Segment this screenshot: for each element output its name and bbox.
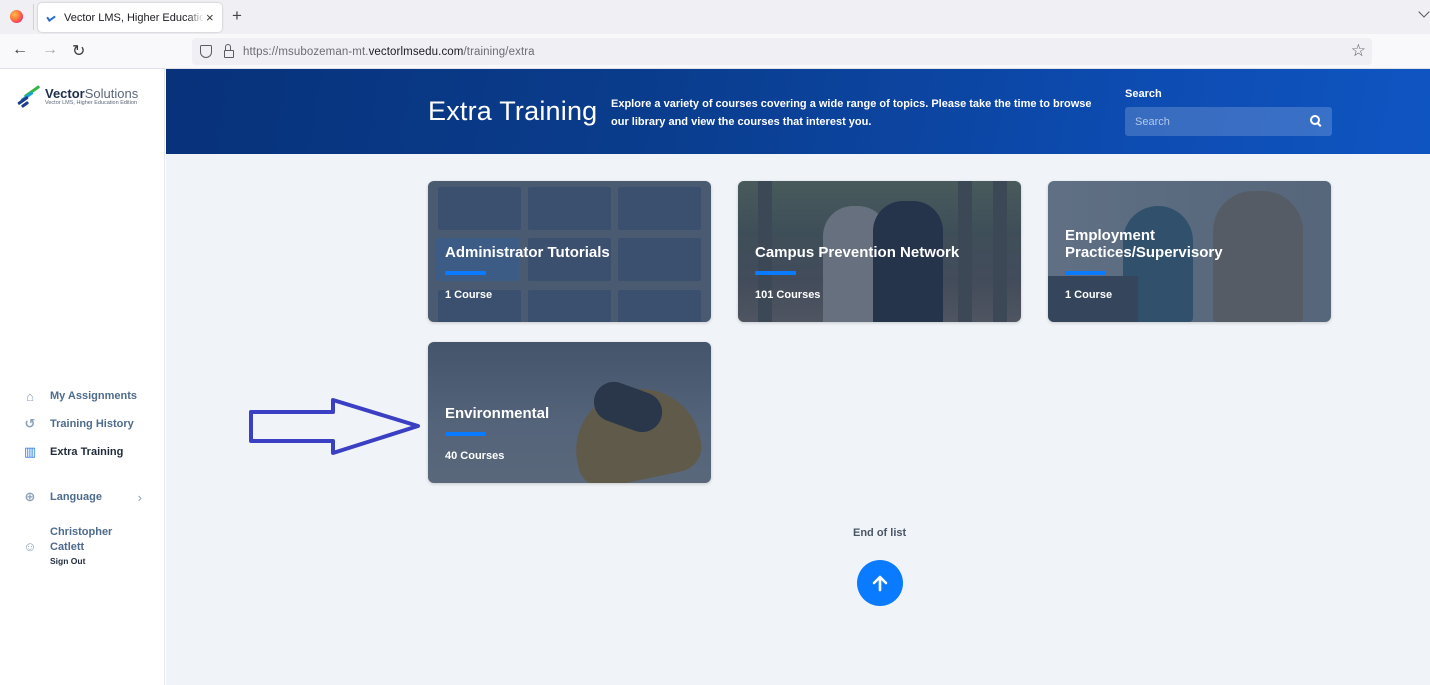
close-tab-icon[interactable]: × [206, 10, 214, 25]
lock-icon[interactable] [224, 43, 234, 58]
vector-favicon-icon [46, 13, 58, 23]
logo-brand-light: Solutions [84, 86, 139, 102]
user-name: Christopher Catlett [50, 526, 113, 553]
list-tabs-chevron-icon[interactable] [1418, 6, 1430, 18]
browser-tab-bar: Vector LMS, Higher Education Edition × + [0, 0, 1430, 34]
sidebar-nav: ⌂ My Assignments ↺ Training History ▥ Ex… [22, 382, 162, 567]
tab-separator [33, 4, 34, 30]
sidebar: VectorSolutions Vector LMS, Higher Educa… [0, 69, 165, 685]
reload-button[interactable]: ↻ [72, 41, 85, 61]
sidebar-item-language[interactable]: ⊕ Language › [22, 483, 162, 511]
card-title: Administrator Tutorials [445, 244, 610, 261]
annotation-arrow-icon [249, 398, 420, 455]
card-course-count: 40 Courses [445, 450, 505, 462]
card-title: Environmental [445, 405, 550, 422]
browser-tab[interactable]: Vector LMS, Higher Education Edition × [38, 3, 222, 32]
url-text[interactable]: https://msubozeman-mt.vectorlmsedu.com/t… [243, 46, 535, 58]
search-label: Search [1125, 88, 1162, 100]
globe-icon: ⊕ [24, 489, 36, 504]
history-icon: ↺ [24, 416, 36, 431]
scroll-to-top-button[interactable] [857, 560, 903, 606]
search-icon[interactable] [1310, 115, 1322, 127]
category-card-administrator-tutorials[interactable]: Administrator Tutorials 1 Course [428, 181, 711, 322]
url-domain: vectorlmsedu.com [368, 45, 464, 58]
card-title: Employment Practices/Supervisory [1065, 227, 1223, 261]
user-icon: ☺ [23, 538, 37, 554]
address-bar[interactable]: https://msubozeman-mt.vectorlmsedu.com/t… [192, 38, 1372, 65]
url-path: /training/extra [463, 45, 535, 58]
library-icon: ▥ [23, 444, 37, 459]
card-accent-bar [445, 271, 486, 275]
back-button[interactable]: ← [12, 41, 28, 59]
home-icon: ⌂ [26, 388, 34, 404]
arrow-up-icon [872, 575, 888, 592]
forward-button[interactable]: → [42, 41, 58, 59]
sidebar-item-label: Extra Training [50, 446, 124, 458]
sidebar-user: ☺ Christopher Catlett Sign Out [22, 525, 162, 567]
logo-mark-icon [15, 85, 43, 109]
logo-brand-bold: Vector [45, 86, 85, 102]
card-accent-bar [755, 271, 796, 275]
url-prefix: https://msubozeman-mt. [243, 45, 369, 58]
card-course-count: 1 Course [1065, 289, 1113, 301]
category-card-environmental[interactable]: Environmental 40 Courses [428, 342, 711, 483]
sidebar-item-training-history[interactable]: ↺ Training History [22, 410, 162, 438]
vector-solutions-logo[interactable]: VectorSolutions Vector LMS, Higher Educa… [15, 85, 138, 109]
card-title: Campus Prevention Network [755, 244, 960, 261]
tab-title: Vector LMS, Higher Education Edition [64, 11, 204, 24]
tracking-shield-icon[interactable] [200, 45, 212, 58]
firefox-icon [10, 10, 23, 23]
sidebar-item-extra-training[interactable]: ▥ Extra Training [22, 438, 162, 466]
bookmark-star-icon[interactable]: ☆ [1351, 41, 1366, 61]
category-card-campus-prevention-network[interactable]: Campus Prevention Network 101 Courses [738, 181, 1021, 322]
sidebar-item-label: My Assignments [50, 390, 138, 402]
sidebar-item-my-assignments[interactable]: ⌂ My Assignments [22, 382, 162, 410]
sidebar-item-label: Language [50, 491, 102, 503]
search-input[interactable] [1125, 107, 1305, 136]
page-description: Explore a variety of courses covering a … [611, 98, 1092, 128]
browser-nav-bar: ← → ↻ https://msubozeman-mt.vectorlmsedu… [0, 34, 1430, 69]
new-tab-button[interactable]: + [232, 6, 242, 26]
page-title: Extra Training [428, 96, 598, 126]
chevron-right-icon: › [137, 489, 142, 505]
card-course-count: 1 Course [445, 289, 493, 301]
logo-brand: VectorSolutions [45, 87, 138, 100]
card-accent-bar [1065, 271, 1106, 275]
sign-out-link[interactable]: Sign Out [50, 555, 120, 567]
search-box [1125, 107, 1332, 136]
hero-banner: Extra Training Explore a variety of cour… [166, 69, 1430, 154]
card-course-count: 101 Courses [755, 289, 821, 301]
sidebar-item-label: Training History [50, 418, 134, 430]
logo-subtitle: Vector LMS, Higher Education Edition [45, 100, 138, 107]
card-accent-bar [445, 432, 486, 436]
main-content: Extra Training Explore a variety of cour… [166, 69, 1430, 685]
end-of-list-label: End of list [853, 527, 907, 539]
category-card-employment-practices[interactable]: Employment Practices/Supervisory 1 Cours… [1048, 181, 1331, 322]
